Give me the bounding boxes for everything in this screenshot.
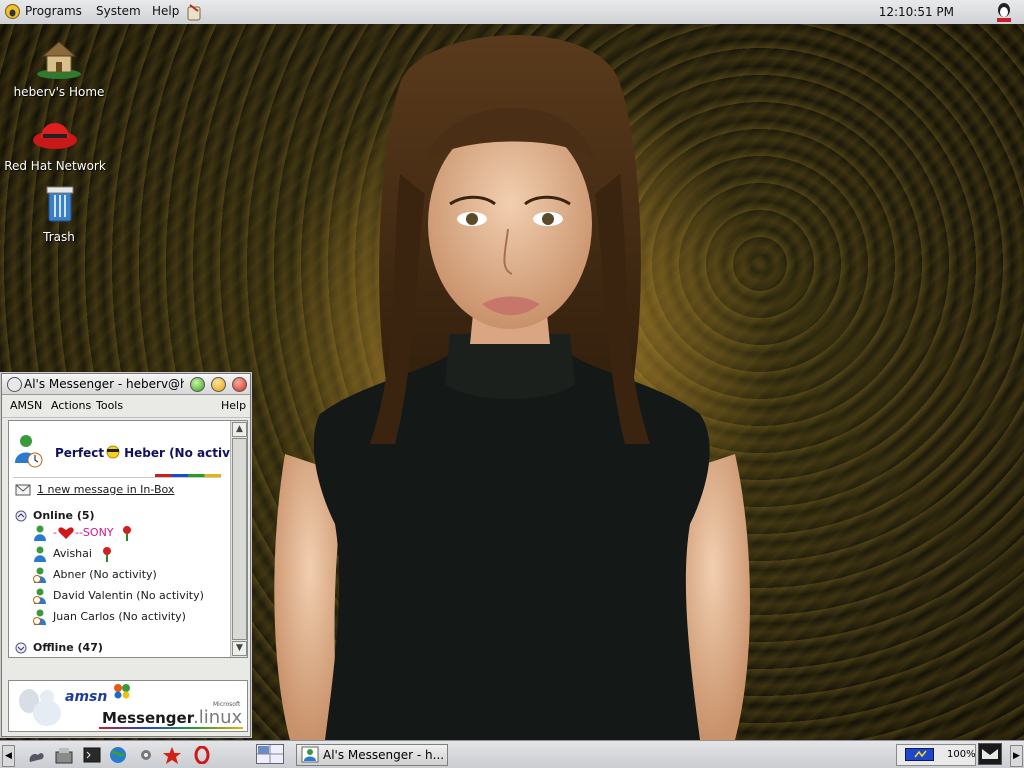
menu-actions[interactable]: Actions bbox=[51, 399, 91, 412]
group-offline[interactable]: Offline (47) bbox=[15, 641, 103, 654]
help-tool-icon[interactable] bbox=[185, 2, 203, 22]
contact-list: Perfect Heber (No activit 1 new message i… bbox=[8, 420, 248, 658]
idle-buddy-icon bbox=[33, 567, 46, 583]
menu-system[interactable]: System bbox=[96, 4, 141, 18]
contact-sony[interactable]: - --SONY bbox=[33, 525, 133, 541]
amsn-banner: amsn Messenger Microsoft .linux bbox=[8, 680, 248, 732]
launcher-file-manager-icon[interactable] bbox=[54, 746, 74, 764]
inbox-notice[interactable]: 1 new message in In-Box bbox=[15, 483, 174, 496]
scroll-down-button[interactable]: ▼ bbox=[232, 641, 247, 656]
rose-icon bbox=[123, 526, 132, 541]
banner-product: Messenger bbox=[102, 709, 195, 727]
scroll-thumb[interactable] bbox=[232, 438, 247, 640]
desktop-icon-label: Red Hat Network bbox=[4, 159, 106, 173]
contact-juan-carlos[interactable]: Juan Carlos (No activity) bbox=[33, 609, 186, 625]
maximize-button[interactable] bbox=[190, 377, 205, 392]
gnome-foot-icon[interactable] bbox=[5, 4, 20, 19]
launcher-opera-icon[interactable] bbox=[192, 746, 212, 764]
envelope-icon bbox=[15, 484, 31, 496]
launcher-browser-icon[interactable] bbox=[108, 746, 128, 764]
menu-help[interactable]: Help bbox=[221, 399, 246, 412]
taskbar-button-amsn[interactable]: Al's Messenger - h... bbox=[296, 744, 448, 766]
launcher-gnome-icon[interactable] bbox=[26, 746, 46, 764]
window-title: Al's Messenger - heberv@h bbox=[24, 377, 184, 391]
battery-monitor[interactable]: 100% bbox=[896, 744, 976, 766]
amsn-task-icon bbox=[301, 746, 319, 763]
amsn-window: Al's Messenger - heberv@h AMSN Actions T… bbox=[1, 373, 251, 737]
notification-tray-icon[interactable] bbox=[978, 743, 1002, 765]
desktop-icon-redhat-network[interactable]: Red Hat Network bbox=[0, 110, 110, 173]
menu-amsn[interactable]: AMSN bbox=[10, 399, 42, 412]
contact-avishai[interactable]: Avishai bbox=[33, 546, 113, 562]
window-menubar: AMSN Actions Tools Help bbox=[2, 395, 250, 418]
contact-david-valentin[interactable]: David Valentin (No activity) bbox=[33, 588, 204, 604]
scroll-up-button[interactable]: ▲ bbox=[232, 422, 247, 437]
online-buddy-icon bbox=[34, 546, 46, 562]
close-button[interactable] bbox=[232, 377, 247, 392]
window-titlebar[interactable]: Al's Messenger - heberv@h bbox=[2, 374, 250, 395]
desktop-icon-home[interactable]: heberv's Home bbox=[4, 36, 114, 99]
banner-brand: amsn bbox=[65, 689, 108, 705]
desktop-icon-label: heberv's Home bbox=[13, 85, 105, 99]
banner-os: .linux bbox=[193, 707, 243, 728]
launcher-star-icon[interactable] bbox=[162, 746, 182, 764]
expand-icon bbox=[15, 642, 27, 654]
contact-abner[interactable]: Abner (No activity) bbox=[33, 567, 157, 583]
redhat-icon bbox=[33, 123, 77, 149]
wallpaper-portrait bbox=[274, 35, 750, 740]
workspace-switcher-icon[interactable] bbox=[256, 744, 284, 764]
desktop-icon-label: Trash bbox=[43, 230, 75, 244]
launcher-settings-icon[interactable] bbox=[136, 746, 156, 764]
menu-tools[interactable]: Tools bbox=[96, 399, 123, 412]
battery-icon bbox=[905, 748, 934, 761]
trash-icon bbox=[46, 186, 74, 222]
online-buddy-icon bbox=[34, 525, 46, 541]
user-display-name[interactable]: Perfect Heber (No activit bbox=[55, 445, 240, 460]
window-menu-button[interactable] bbox=[7, 377, 22, 392]
launcher-terminal-icon[interactable] bbox=[82, 746, 102, 764]
heart-icon bbox=[58, 527, 74, 539]
cool-smiley-icon bbox=[106, 445, 120, 459]
contact-list-scrollbar[interactable]: ▲ ▼ bbox=[230, 421, 247, 657]
panel-hide-right-icon[interactable]: ▶ bbox=[1010, 745, 1023, 767]
panel-hide-left-icon[interactable]: ◀ bbox=[2, 745, 15, 767]
collapse-icon bbox=[15, 510, 27, 522]
bottom-panel: ◀ Al's Messenger - h... 100% ▶ bbox=[0, 740, 1024, 768]
amsn-status-icon[interactable] bbox=[992, 1, 1016, 23]
minimize-button[interactable] bbox=[211, 377, 226, 392]
group-online[interactable]: Online (5) bbox=[15, 509, 95, 522]
idle-buddy-icon bbox=[33, 588, 46, 604]
top-panel: Programs System Help 12:10:51 PM bbox=[0, 0, 1024, 25]
msn-butterfly-icon bbox=[114, 684, 130, 699]
rose-icon bbox=[103, 547, 112, 562]
msn-user-icon bbox=[15, 435, 43, 468]
menu-help[interactable]: Help bbox=[152, 4, 179, 18]
home-icon bbox=[37, 41, 81, 79]
idle-buddy-icon bbox=[33, 609, 46, 625]
desktop-icon-trash[interactable]: Trash bbox=[4, 181, 114, 244]
penguin-buddy-icon bbox=[19, 689, 61, 726]
clock[interactable]: 12:10:51 PM bbox=[879, 5, 954, 19]
menu-programs[interactable]: Programs bbox=[25, 4, 82, 18]
